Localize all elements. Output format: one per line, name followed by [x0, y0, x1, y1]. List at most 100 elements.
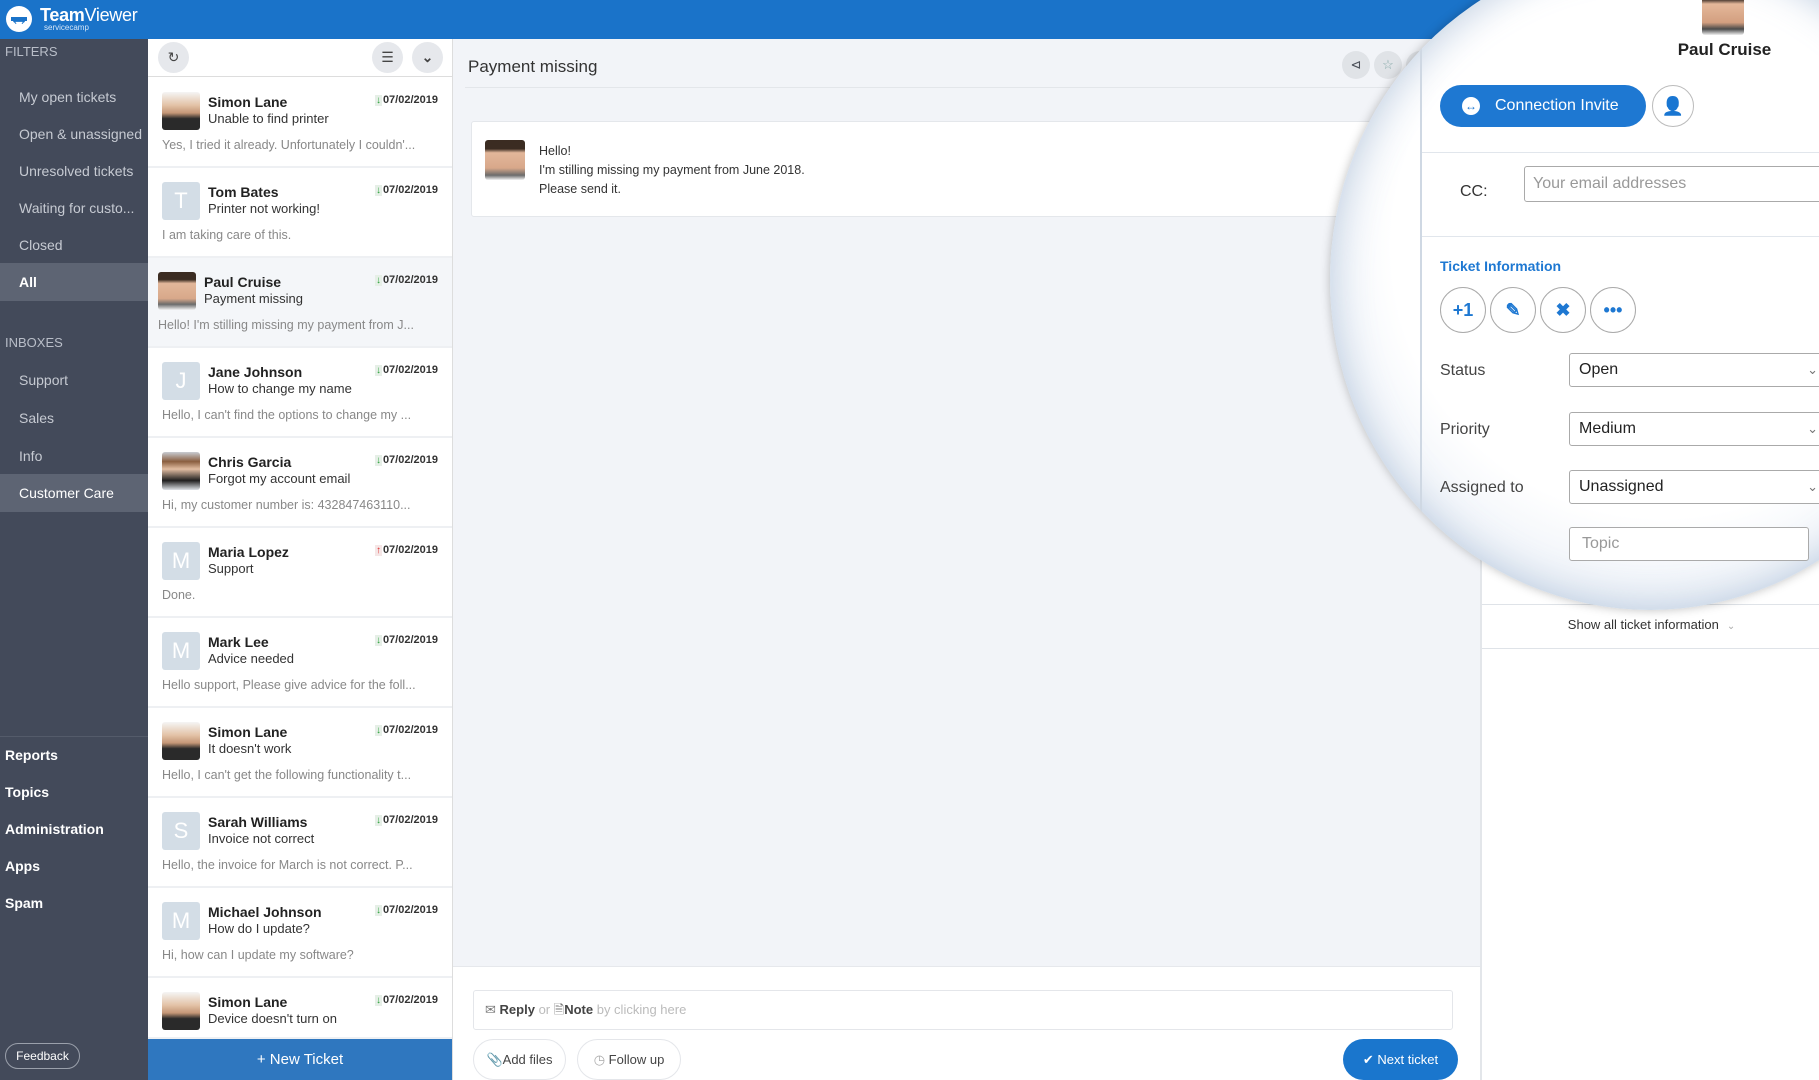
sidebar-item-administration[interactable]: Administration — [0, 811, 148, 847]
ticket-row[interactable]: M Mark Lee Advice needed ↓ 07/02/2019 Hello s… — [148, 618, 452, 708]
message-line: Please send it. — [539, 182, 621, 196]
magnified-details: Paul Cruise ↔ Connection Invite 👤 CC: Yo… — [1420, 0, 1819, 610]
ticket-customer-name: Jane Johnson — [208, 364, 303, 380]
message-card: Hello! I'm stilling missing my payment f… — [471, 121, 1481, 217]
ticket-row[interactable]: M Maria Lopez Support ↑ 07/02/2019 Done. — [148, 528, 452, 618]
ticket-row[interactable]: M Michael Johnson How do I update? ↓ 07/02/2… — [148, 888, 452, 978]
ticket-row[interactable]: Simon Lane Unable to find printer ↓ 07/02/2… — [148, 78, 452, 168]
reply-label[interactable]: Reply — [500, 1002, 535, 1017]
sidebar-item-topics[interactable]: Topics — [0, 774, 148, 810]
ticket-date-value: 07/02/2019 — [382, 724, 438, 736]
ticket-customer-name: Tom Bates — [208, 184, 279, 200]
new-ticket-button[interactable]: + New Ticket — [148, 1039, 452, 1080]
refresh-button[interactable]: ↻ — [158, 42, 189, 73]
message-line: Hello! — [539, 144, 571, 158]
ticket-subject: Support — [208, 561, 254, 576]
sidebar-item-closed[interactable]: Closed — [0, 227, 148, 263]
note-label[interactable]: Note — [564, 1002, 593, 1017]
ticket-date: ↓ 07/02/2019 — [374, 634, 438, 646]
ticket-customer-name: Simon Lane — [208, 724, 288, 740]
connection-invite-button[interactable]: ↔ Connection Invite — [1440, 85, 1646, 127]
ticket-preview: Done. — [162, 588, 196, 602]
more-button[interactable]: ••• — [1590, 287, 1636, 333]
assigned-to-select[interactable]: Unassigned ⌄ — [1569, 470, 1819, 504]
follow-up-button[interactable]: ◷ Follow up — [577, 1039, 681, 1080]
arrow-down-icon: ↓ — [374, 455, 382, 466]
ticket-title: Payment missing — [468, 57, 598, 76]
ticket-row[interactable]: Simon Lane It doesn't work ↓ 07/02/2019 Hell… — [148, 708, 452, 798]
next-ticket-label: Next ticket — [1377, 1052, 1439, 1067]
sidebar-item-apps[interactable]: Apps — [0, 848, 148, 884]
ticket-preview: Hello, I can't find the options to chang… — [162, 408, 412, 422]
close-ticket-button[interactable]: ✖ — [1540, 287, 1586, 333]
cc-email-input[interactable]: Your email addresses — [1524, 166, 1819, 202]
ticket-subject: Payment missing — [204, 291, 303, 306]
ticket-date: ↓ 07/02/2019 — [374, 904, 438, 916]
ticket-row[interactable]: T Tom Bates Printer not working! ↓ 07/02/201… — [148, 168, 452, 258]
reply-input[interactable]: ✉ Reply or 🗎Note by clicking here — [473, 990, 1453, 1030]
chevron-down-icon: ⌄ — [1807, 362, 1818, 377]
ticket-preview: Hello! I'm stilling missing my payment f… — [158, 318, 414, 332]
ticket-customer-name: Paul Cruise — [204, 274, 282, 290]
clock-icon: ◷ — [593, 1052, 606, 1067]
star-icon: ☆ — [1382, 57, 1394, 72]
status-select[interactable]: Open ⌄ — [1569, 353, 1819, 387]
sidebar-item-info[interactable]: Info — [0, 438, 148, 474]
contact-avatar — [1702, 0, 1744, 35]
ticket-row[interactable]: Simon Lane Device doesn't turn on ↓ 07/02/2… — [148, 978, 452, 1039]
topic-input[interactable]: Topic — [1569, 527, 1809, 561]
sidebar-item-sales[interactable]: Sales — [0, 400, 148, 436]
assigned-to-value: Unassigned — [1579, 478, 1664, 495]
teamviewer-logo[interactable]: TeamViewer servicecamp — [6, 6, 138, 32]
ticket-preview: Hello, the invoice for March is not corr… — [162, 858, 413, 872]
priority-label: Priority — [1440, 421, 1490, 438]
sidebar-item-reports[interactable]: Reports — [0, 737, 148, 773]
show-all-ticket-info-button[interactable]: Show all ticket information ⌄ — [1482, 617, 1819, 632]
arrow-down-icon: ↓ — [374, 995, 382, 1006]
ticket-date-value: 07/02/2019 — [382, 814, 438, 826]
sidebar-item-support[interactable]: Support — [0, 362, 148, 398]
section-divider — [1422, 236, 1819, 237]
sort-dropdown-button[interactable]: ⌄ — [412, 42, 443, 73]
sidebar-item-waiting[interactable]: Waiting for custo... — [0, 190, 148, 226]
arrow-down-icon: ↓ — [374, 185, 382, 196]
add-contact-button[interactable]: 👤 — [1652, 85, 1694, 127]
ticket-date-value: 07/02/2019 — [382, 994, 438, 1006]
ticket-row[interactable]: J Jane Johnson How to change my name ↓ 07/02… — [148, 348, 452, 438]
more-icon: ••• — [1603, 300, 1623, 320]
edit-button[interactable]: ✎ — [1490, 287, 1536, 333]
sidebar: FILTERS My open tickets Open & unassigne… — [0, 39, 148, 1080]
sidebar-item-customer-care[interactable]: Customer Care — [0, 474, 148, 512]
feedback-button[interactable]: Feedback — [5, 1043, 80, 1069]
message-body: Hello! I'm stilling missing my payment f… — [539, 142, 805, 199]
sidebar-item-spam[interactable]: Spam — [0, 885, 148, 921]
sidebar-item-open-unassigned[interactable]: Open & unassigned — [0, 116, 148, 152]
checkmark-icon: ✔ — [1362, 1052, 1374, 1067]
sidebar-item-my-open-tickets[interactable]: My open tickets — [0, 79, 148, 115]
ticket-list-toolbar: ↻ ☰ ⌄ — [148, 39, 452, 77]
sidebar-item-all[interactable]: All — [0, 263, 148, 301]
plus-one-button[interactable]: +1 — [1440, 287, 1486, 333]
list-view-button[interactable]: ☰ — [372, 42, 403, 73]
ticket-row[interactable]: S Sarah Williams Invoice not correct ↓ 07/02… — [148, 798, 452, 888]
priority-select[interactable]: Medium ⌄ — [1569, 412, 1819, 446]
add-files-label: Add files — [502, 1052, 553, 1067]
ticket-avatar: M — [162, 632, 200, 670]
reply-area: ✉ Reply or 🗎Note by clicking here 📎Add f… — [453, 966, 1480, 1080]
ticket-date-value: 07/02/2019 — [382, 94, 438, 106]
share-button[interactable]: ⊲ — [1342, 51, 1370, 79]
chevron-down-icon: ⌄ — [1726, 621, 1736, 632]
ticket-date-value: 07/02/2019 — [382, 274, 438, 286]
ticket-date: ↓ 07/02/2019 — [374, 94, 438, 106]
ticket-row[interactable]: Chris Garcia Forgot my account email ↓ 07/0… — [148, 438, 452, 528]
arrow-down-icon: ↓ — [374, 725, 382, 736]
sidebar-item-unresolved[interactable]: Unresolved tickets — [0, 153, 148, 189]
add-files-button[interactable]: 📎Add files — [473, 1039, 566, 1080]
ticket-row[interactable]: Paul Cruise Payment missing ↓ 07/02/2019 Hel… — [148, 258, 452, 348]
teamviewer-logo-icon — [6, 6, 32, 32]
ticket-avatar: S — [162, 812, 200, 850]
ticket-subject: It doesn't work — [208, 741, 292, 756]
pencil-icon: ✎ — [1505, 300, 1521, 320]
ticket-date-value: 07/02/2019 — [382, 184, 438, 196]
next-ticket-button[interactable]: ✔ Next ticket — [1343, 1039, 1458, 1080]
